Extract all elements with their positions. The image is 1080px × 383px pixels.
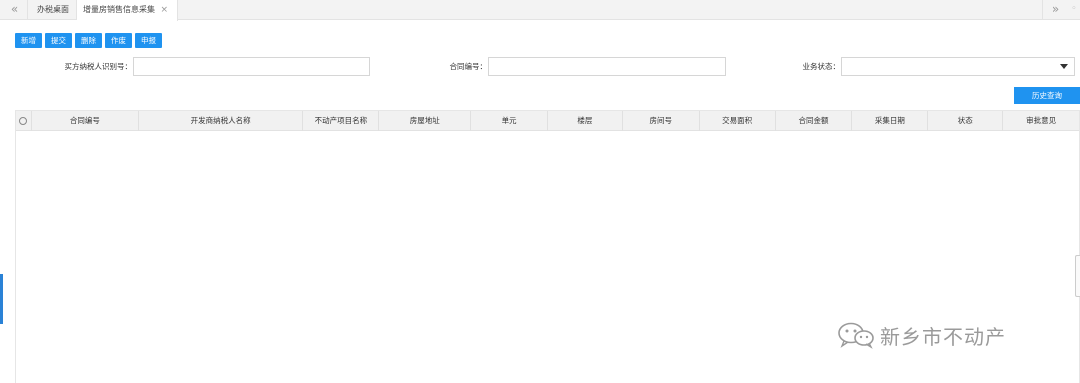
left-panel-toggle[interactable] [0, 274, 3, 324]
column-header[interactable]: 合同编号 [32, 111, 139, 131]
column-header[interactable]: 房间号 [623, 111, 700, 131]
tab-label: 办税桌面 [37, 5, 69, 14]
add-button[interactable]: 新增 [15, 33, 42, 48]
tab-tax-desktop[interactable]: 办税桌面 [31, 0, 77, 20]
column-header[interactable]: 合同金额 [776, 111, 853, 131]
column-header[interactable]: 审批意见 [1003, 111, 1079, 131]
chevron-down-icon [1060, 64, 1068, 69]
tab-scroll-right-icon[interactable]: » [1042, 0, 1068, 20]
select-all-radio[interactable] [16, 111, 32, 131]
declare-button[interactable]: 申报 [135, 33, 162, 48]
column-header[interactable]: 状态 [928, 111, 1004, 131]
buyer-id-label: 买方纳税人识别号： [64, 62, 133, 71]
close-icon[interactable]: × [160, 0, 168, 20]
watermark-text: 新乡市不动产 [880, 324, 1006, 349]
delete-button[interactable]: 删除 [75, 33, 102, 48]
history-query-button[interactable]: 历史查询 [1014, 87, 1080, 104]
wechat-icon [836, 321, 876, 349]
buyer-id-input[interactable] [133, 57, 370, 76]
tab-menu-icon[interactable]: ◦ [1068, 0, 1080, 20]
void-button[interactable]: 作废 [105, 33, 132, 48]
tab-bar: « 办税桌面 增量房销售信息采集 × » ◦ [0, 0, 1080, 21]
column-header[interactable]: 楼层 [548, 111, 623, 131]
watermark: 新乡市不动产 [836, 320, 1006, 350]
column-header[interactable]: 开发商纳税人名称 [139, 111, 304, 131]
column-header[interactable]: 采集日期 [852, 111, 929, 131]
table-header: 合同编号 开发商纳税人名称 不动产项目名称 房屋地址 单元 楼层 房间号 交易面… [16, 111, 1079, 131]
contract-no-label: 合同编号： [449, 62, 488, 71]
column-header[interactable]: 交易面积 [700, 111, 776, 131]
toolbar: 新增 提交 删除 作废 申报 [15, 33, 162, 48]
radio-icon [19, 117, 28, 125]
tab-sales-info-collection[interactable]: 增量房销售信息采集 × [77, 0, 178, 21]
contract-no-input[interactable] [488, 57, 726, 76]
status-select[interactable] [841, 57, 1075, 76]
column-header[interactable]: 不动产项目名称 [303, 111, 380, 131]
tab-label: 增量房销售信息采集 [83, 5, 155, 14]
right-panel-handle[interactable] [1075, 255, 1080, 297]
column-header[interactable]: 单元 [471, 111, 548, 131]
status-label: 业务状态： [802, 62, 841, 71]
submit-button[interactable]: 提交 [45, 33, 72, 48]
tab-scroll-left-icon[interactable]: « [2, 0, 28, 20]
column-header[interactable]: 房屋地址 [379, 111, 472, 131]
